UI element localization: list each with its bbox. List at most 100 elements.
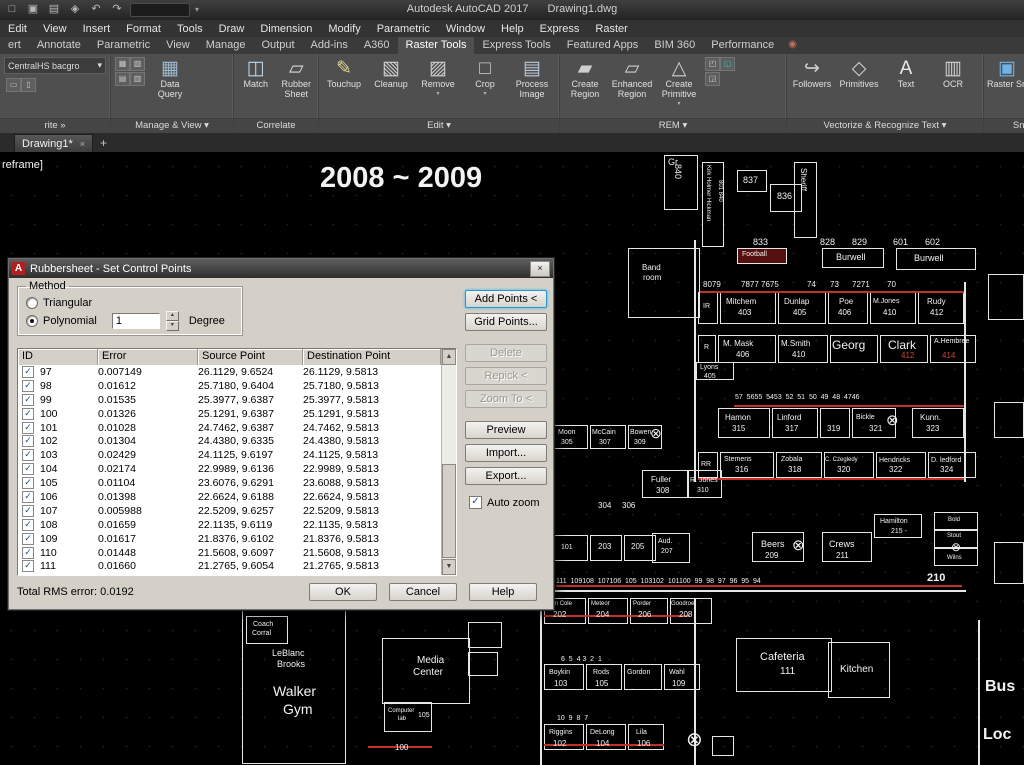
ribbon-tab-bim-360[interactable]: BIM 360 xyxy=(646,37,703,54)
table-row[interactable]: ✓1020.0130424.4380, 9.633524.4380, 9.581… xyxy=(18,434,441,448)
primitives-button[interactable]: ◇Primitives xyxy=(836,56,882,90)
table-row[interactable]: ✓980.0161225.7180, 9.640425.7180, 9.5813 xyxy=(18,379,441,393)
menu-item-raster[interactable]: Raster xyxy=(587,23,635,35)
row-checkbox[interactable]: ✓ xyxy=(22,449,34,461)
degree-spinner[interactable]: ▲▼ xyxy=(166,311,179,331)
ribbon-tab-annotate[interactable]: Annotate xyxy=(29,37,89,54)
ribbon-tab-view[interactable]: View xyxy=(158,37,198,54)
ribbon-tab-manage[interactable]: Manage xyxy=(198,37,254,54)
column-header-error[interactable]: Error xyxy=(98,349,198,365)
undo-icon[interactable]: ↶ xyxy=(88,2,104,17)
row-checkbox[interactable]: ✓ xyxy=(22,422,34,434)
table-scrollbar[interactable]: ▲ ▼ xyxy=(441,349,456,575)
row-checkbox[interactable]: ✓ xyxy=(22,491,34,503)
table-row[interactable]: ✓1110.0166021.2765, 9.605421.2765, 9.581… xyxy=(18,559,441,573)
match-button[interactable]: ◫Match xyxy=(236,56,276,90)
new-tab-button[interactable]: + xyxy=(100,135,107,152)
title-bar[interactable]: □▣▤◈↶↷▾ Autodesk AutoCAD 2017 Drawing1.d… xyxy=(0,0,1024,20)
small-tool-icon[interactable]: ▭ xyxy=(6,78,21,92)
column-header-destination-point[interactable]: Destination Point xyxy=(303,349,441,365)
rubber-sheet-button[interactable]: ▱Rubber Sheet xyxy=(277,56,317,100)
chevron-down-icon[interactable]: ▾ xyxy=(195,5,199,14)
ok-button[interactable]: OK xyxy=(309,583,377,601)
table-row[interactable]: ✓1010.0102824.7462, 9.638724.7462, 9.581… xyxy=(18,421,441,435)
menu-item-insert[interactable]: Insert xyxy=(75,23,119,35)
table-row[interactable]: ✓1050.0110423.6076, 9.629123.6088, 9.581… xyxy=(18,476,441,490)
new-file-icon[interactable]: □ xyxy=(4,2,20,17)
add-points-button[interactable]: Add Points < xyxy=(465,290,547,308)
panel-label-edit[interactable]: Edit ▾ xyxy=(319,118,559,133)
zoom-to-button[interactable]: Zoom To < xyxy=(465,390,547,408)
ribbon-tab-parametric[interactable]: Parametric xyxy=(89,37,158,54)
small-tool-icon[interactable]: ▯ xyxy=(21,78,36,92)
close-icon[interactable]: × xyxy=(530,261,550,277)
menu-item-format[interactable]: Format xyxy=(118,23,169,35)
panel-label-snap[interactable]: Snap xyxy=(984,118,1024,133)
dialog-title-bar[interactable]: A Rubbersheet - Set Control Points × xyxy=(9,259,553,278)
small-tool-icon[interactable]: ▤ xyxy=(115,72,130,86)
column-header-id[interactable]: ID xyxy=(18,349,98,365)
small-tool-icon[interactable]: ◰ xyxy=(705,57,720,71)
table-row[interactable]: ✓1000.0132625.1291, 9.638725.1291, 9.581… xyxy=(18,407,441,421)
touchup-button[interactable]: ✎Touchup xyxy=(321,56,367,90)
ribbon-tab-add-ins[interactable]: Add-ins xyxy=(303,37,356,54)
repick-button[interactable]: Repick < xyxy=(465,367,547,385)
table-row[interactable]: ✓970.00714926.1129, 9.652426.1129, 9.581… xyxy=(18,365,441,379)
followers-button[interactable]: ↪Followers xyxy=(789,56,835,90)
delete-button[interactable]: Delete xyxy=(465,344,547,362)
ribbon-tab-raster-tools[interactable]: Raster Tools xyxy=(398,37,475,54)
table-row[interactable]: ✓1070.00598822.5209, 9.625722.5209, 9.58… xyxy=(18,504,441,518)
panel-label-rite[interactable]: rite » xyxy=(0,118,110,133)
menu-item-tools[interactable]: Tools xyxy=(169,23,211,35)
crop-button[interactable]: □Crop▾ xyxy=(462,56,508,97)
table-row[interactable]: ✓1060.0139822.6624, 9.618822.6624, 9.581… xyxy=(18,490,441,504)
preview-button[interactable]: Preview xyxy=(465,421,547,439)
help-button[interactable]: Help xyxy=(469,583,537,601)
table-row[interactable]: ✓1100.0144821.5608, 9.609721.5608, 9.581… xyxy=(18,546,441,560)
row-checkbox[interactable]: ✓ xyxy=(22,533,34,545)
menu-item-draw[interactable]: Draw xyxy=(211,23,253,35)
workspace-chip[interactable] xyxy=(130,3,190,17)
data-query-button[interactable]: ▦Data Query xyxy=(147,56,193,100)
panel-label-correlate[interactable]: Correlate xyxy=(234,118,318,133)
remove-button[interactable]: ▨Remove▾ xyxy=(415,56,461,97)
cancel-button[interactable]: Cancel xyxy=(389,583,457,601)
radio-icon[interactable] xyxy=(26,297,38,309)
panel-label-manage-view[interactable]: Manage & View ▾ xyxy=(111,118,233,133)
column-header-source-point[interactable]: Source Point xyxy=(198,349,303,365)
create-region-button[interactable]: ▰Create Region xyxy=(562,56,608,100)
checkbox-icon[interactable]: ✓ xyxy=(469,496,482,509)
panel-label-vectorize-recognize-text[interactable]: Vectorize & Recognize Text ▾ xyxy=(787,118,983,133)
ribbon-tab-featured-apps[interactable]: Featured Apps xyxy=(559,37,647,54)
menu-item-parametric[interactable]: Parametric xyxy=(369,23,438,35)
small-tool-icon[interactable]: ◱ xyxy=(720,57,735,71)
redo-icon[interactable]: ↷ xyxy=(109,2,125,17)
table-row[interactable]: ✓1040.0217422.9989, 9.613622.9989, 9.581… xyxy=(18,462,441,476)
scroll-down-icon[interactable]: ▼ xyxy=(442,559,456,575)
ribbon-tab-performance[interactable]: Performance xyxy=(703,37,782,54)
small-tool-icon[interactable]: ▦ xyxy=(115,57,130,71)
save-icon[interactable]: ▤ xyxy=(46,2,62,17)
menu-item-window[interactable]: Window xyxy=(438,23,493,35)
spinner-up-icon[interactable]: ▲ xyxy=(166,311,179,321)
plot-icon[interactable]: ◈ xyxy=(67,2,83,17)
menu-item-dimension[interactable]: Dimension xyxy=(252,23,320,35)
open-file-icon[interactable]: ▣ xyxy=(25,2,41,17)
create-primitive-button[interactable]: △Create Primitive▾ xyxy=(656,56,702,107)
radio-selected-icon[interactable] xyxy=(26,315,38,327)
scrollbar-track[interactable] xyxy=(442,365,456,559)
chevron-down-icon[interactable]: ▾ xyxy=(97,60,102,71)
ribbon-tab-ert[interactable]: ert xyxy=(0,37,29,54)
radio-triangular[interactable]: Triangular xyxy=(26,296,234,310)
raster-sn-button[interactable]: ▣Raster Sn xyxy=(986,56,1024,90)
infocenter-icon[interactable]: ◉ xyxy=(788,37,797,54)
cleanup-button[interactable]: ▧Cleanup xyxy=(368,56,414,90)
export-button[interactable]: Export... xyxy=(465,467,547,485)
row-checkbox[interactable]: ✓ xyxy=(22,408,34,420)
table-row[interactable]: ✓990.0153525.3977, 9.638725.3977, 9.5813 xyxy=(18,393,441,407)
small-tool-icon[interactable]: ◲ xyxy=(705,72,720,86)
menu-item-modify[interactable]: Modify xyxy=(320,23,368,35)
table-row[interactable]: ✓1080.0165922.1135, 9.611922.1135, 9.581… xyxy=(18,518,441,532)
menu-item-help[interactable]: Help xyxy=(493,23,532,35)
auto-zoom-checkbox[interactable]: ✓ Auto zoom xyxy=(469,496,540,509)
